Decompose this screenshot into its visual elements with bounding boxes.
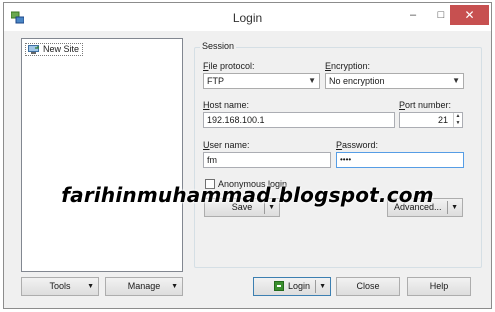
split-divider xyxy=(315,280,316,293)
port-number-label: Port number: xyxy=(399,100,452,110)
file-protocol-value: FTP xyxy=(207,76,224,86)
login-label: Login xyxy=(287,281,311,291)
login-icon xyxy=(273,281,284,291)
user-name-input[interactable]: fm xyxy=(203,152,331,168)
session-legend: Session xyxy=(200,41,237,51)
site-tree[interactable]: New Site xyxy=(21,38,183,272)
close-window-button[interactable]: ✕ xyxy=(450,5,489,25)
chevron-down-icon: ▼ xyxy=(308,76,316,85)
split-divider xyxy=(264,201,265,214)
port-spinner[interactable]: ▲ ▼ xyxy=(453,113,462,127)
login-dialog: Login – □ ✕ New Site Session File protoc… xyxy=(3,2,492,309)
advanced-button[interactable]: Advanced... ▼ xyxy=(387,198,463,217)
file-protocol-label: File protocol: xyxy=(203,61,255,71)
tree-item-new-site[interactable]: New Site xyxy=(25,43,84,56)
computer-icon xyxy=(28,45,39,54)
tools-label: Tools xyxy=(49,281,71,291)
host-name-label: Host name: xyxy=(203,100,250,110)
close-button[interactable]: Close xyxy=(336,277,400,296)
tree-item-label: New Site xyxy=(43,44,80,54)
encryption-label: Encryption: xyxy=(325,61,371,71)
split-divider xyxy=(447,201,448,214)
host-name-input[interactable]: 192.168.100.1 xyxy=(203,112,395,128)
anonymous-login-label: Anonymous login xyxy=(218,179,288,189)
help-button[interactable]: Help xyxy=(407,277,471,296)
dropdown-arrow-icon: ▼ xyxy=(171,283,178,290)
title-bar[interactable]: Login – □ ✕ xyxy=(4,3,491,31)
port-number-input[interactable]: 21 ▲ ▼ xyxy=(399,112,463,128)
dropdown-arrow-icon: ▼ xyxy=(319,283,326,290)
minimize-button[interactable]: – xyxy=(400,5,426,25)
password-input[interactable]: •••• xyxy=(336,152,464,168)
advanced-label: Advanced... xyxy=(394,202,442,212)
dropdown-arrow-icon: ▼ xyxy=(87,283,94,290)
save-label: Save xyxy=(231,202,253,212)
manage-button[interactable]: Manage ▼ xyxy=(105,277,183,296)
user-name-label: User name: xyxy=(203,140,250,150)
anonymous-login-checkbox[interactable] xyxy=(205,179,215,189)
tools-button[interactable]: Tools ▼ xyxy=(21,277,99,296)
dropdown-arrow-icon: ▼ xyxy=(451,204,458,211)
encryption-select[interactable]: No encryption ▼ xyxy=(325,73,464,89)
password-label: Password: xyxy=(336,140,379,150)
port-number-value: 21 xyxy=(437,115,448,125)
login-button[interactable]: Login ▼ xyxy=(253,277,331,296)
manage-label: Manage xyxy=(127,281,161,291)
chevron-down-icon: ▼ xyxy=(452,76,460,85)
file-protocol-select[interactable]: FTP ▼ xyxy=(203,73,320,89)
save-button[interactable]: Save ▼ xyxy=(204,198,280,217)
dropdown-arrow-icon: ▼ xyxy=(268,204,275,211)
encryption-value: No encryption xyxy=(329,76,385,86)
